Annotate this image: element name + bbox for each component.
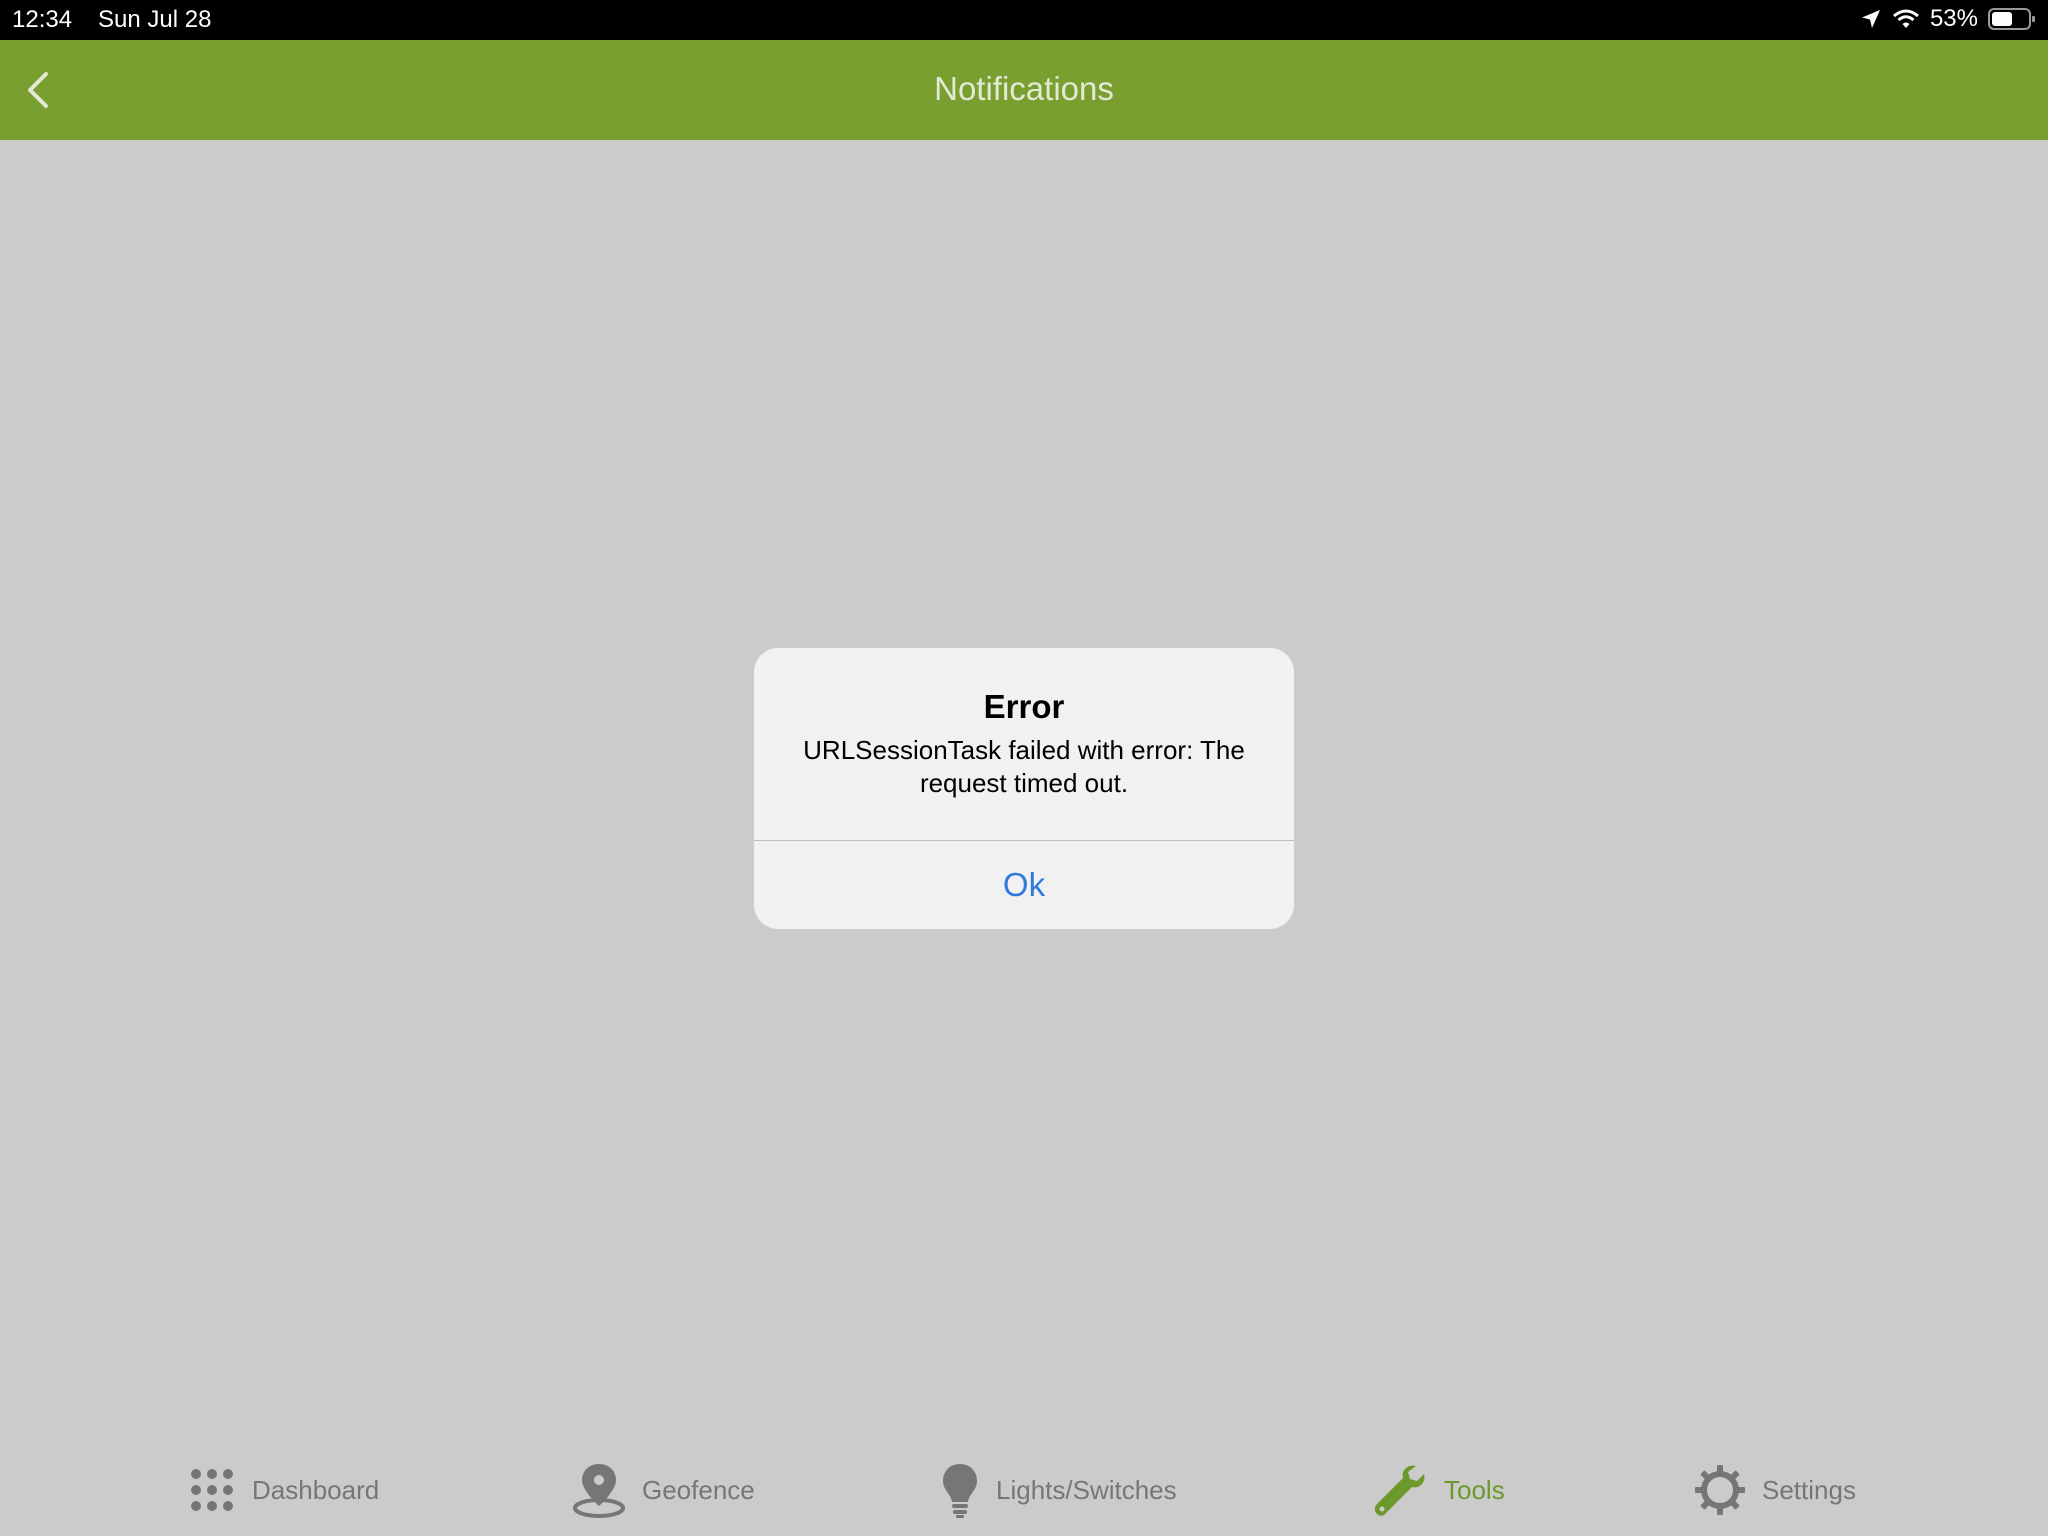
error-alert-dialog: Error URLSessionTask failed with error: … xyxy=(754,648,1294,929)
lightbulb-icon xyxy=(940,1462,980,1518)
tab-bar: Dashboard Geofence Lights/Switches Tools… xyxy=(0,1390,2048,1536)
battery-percentage: 53% xyxy=(1929,5,1978,32)
status-date: Sun Jul 28 xyxy=(98,6,212,33)
tab-label: Tools xyxy=(1444,1474,1505,1505)
tab-lights-switches[interactable]: Lights/Switches xyxy=(940,1460,1177,1520)
navigation-bar: Notifications xyxy=(0,40,2048,140)
gear-icon xyxy=(1694,1464,1746,1516)
tab-label: Dashboard xyxy=(252,1474,380,1505)
battery-icon xyxy=(1988,7,2036,31)
grid-icon xyxy=(188,1466,236,1514)
tab-settings[interactable]: Settings xyxy=(1694,1460,1856,1520)
tab-label: Settings xyxy=(1762,1474,1856,1505)
ok-button[interactable]: Ok xyxy=(754,841,1294,929)
tab-tools[interactable]: Tools xyxy=(1372,1460,1505,1520)
tab-label: Geofence xyxy=(642,1474,755,1505)
location-arrow-icon xyxy=(1860,8,1882,30)
status-bar: 12:34 Sun Jul 28 53% xyxy=(0,0,2048,40)
wrench-icon xyxy=(1372,1462,1428,1518)
tab-dashboard[interactable]: Dashboard xyxy=(188,1460,379,1520)
alert-message: URLSessionTask failed with error: The re… xyxy=(803,735,1245,798)
wifi-icon xyxy=(1892,8,1920,30)
tab-label: Lights/Switches xyxy=(996,1474,1177,1505)
map-pin-icon xyxy=(572,1462,626,1518)
alert-title: Error xyxy=(983,688,1065,725)
status-indicators: 53% xyxy=(1860,5,2036,33)
tab-geofence[interactable]: Geofence xyxy=(572,1460,755,1520)
page-title: Notifications xyxy=(934,70,1114,107)
status-time: 12:34 xyxy=(12,6,73,33)
